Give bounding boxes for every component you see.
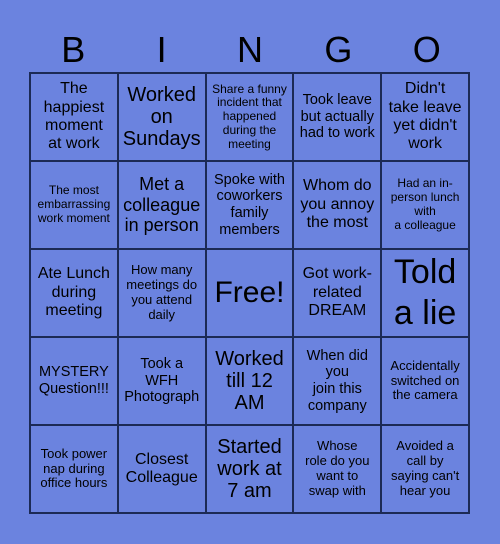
bingo-cell[interactable]: Met a colleague in person [117, 161, 206, 249]
bingo-cell[interactable]: The most embarrassing work moment [30, 161, 118, 249]
header-letter-b: B [61, 29, 86, 70]
bingo-cell[interactable]: Took a WFH Photograph [117, 337, 206, 425]
bingo-cell[interactable]: Whom do you annoy the most [293, 161, 382, 249]
bingo-cell[interactable]: Took leave but actually had to work [293, 73, 382, 161]
bingo-header: B I N G O [29, 28, 471, 72]
bingo-cell[interactable]: Worked on Sundays [117, 73, 206, 161]
bingo-cell[interactable]: Share a funny incident that happened dur… [205, 73, 294, 161]
bingo-cell[interactable]: Ate Lunch during meeting [30, 249, 118, 337]
bingo-cell[interactable]: MYSTERY Question!!! [30, 337, 118, 425]
bingo-cell[interactable]: Didn't take leave yet didn't work [381, 73, 469, 161]
bingo-cell[interactable]: Avoided a call by saying can't hear you [381, 425, 469, 513]
bingo-cell[interactable]: Told a lie [381, 249, 469, 337]
bingo-cell[interactable]: Took power nap during office hours [30, 425, 118, 513]
bingo-cell[interactable]: When did you join this company [293, 337, 382, 425]
free-space[interactable]: Free! [205, 249, 294, 337]
bingo-cell[interactable]: Closest Colleague [117, 425, 206, 513]
bingo-cell[interactable]: Accidentally switched on the camera [381, 337, 469, 425]
header-letter-g: G [324, 29, 353, 70]
bingo-cell[interactable]: Got work- related DREAM [293, 249, 382, 337]
bingo-board: The happiest moment at work Worked on Su… [29, 72, 470, 514]
bingo-cell[interactable]: Whose role do you want to swap with [293, 425, 382, 513]
bingo-cell[interactable]: Started work at 7 am [205, 425, 294, 513]
bingo-cell[interactable]: The happiest moment at work [30, 73, 118, 161]
bingo-cell[interactable]: How many meetings do you attend daily [117, 249, 206, 337]
bingo-cell[interactable]: Had an in- person lunch with a colleague [381, 161, 469, 249]
bingo-cell[interactable]: Worked till 12 AM [205, 337, 294, 425]
header-letter-i: I [156, 29, 167, 70]
header-letter-o: O [412, 29, 441, 70]
bingo-cell[interactable]: Spoke with coworkers family members [205, 161, 294, 249]
header-letter-n: N [236, 29, 263, 70]
